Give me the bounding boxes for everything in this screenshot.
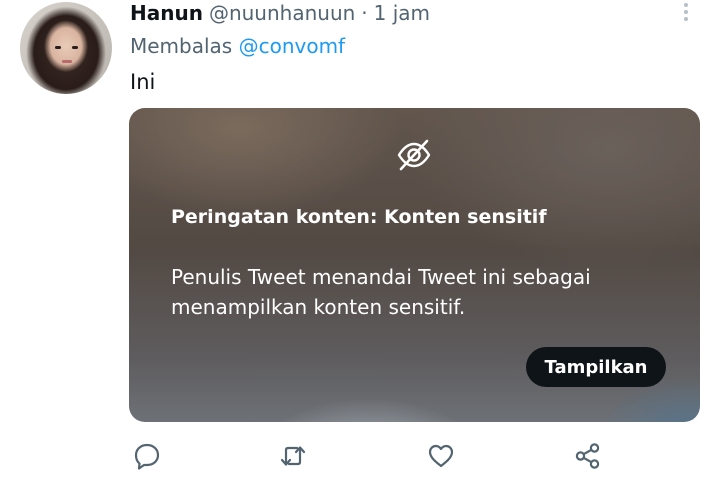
content-warning-title: Peringatan konten: Konten sensitif xyxy=(171,206,547,228)
share-icon[interactable] xyxy=(574,442,602,470)
reply-mention-link[interactable]: @convomf xyxy=(239,34,346,58)
tweet-time[interactable]: 1 jam xyxy=(374,1,430,25)
reply-context: Membalas @convomf xyxy=(130,34,345,58)
show-button[interactable]: Tampilkan xyxy=(526,347,666,387)
avatar-eye-right xyxy=(72,46,78,49)
eye-off-icon xyxy=(397,139,431,171)
avatar-eye-left xyxy=(55,46,61,49)
content-warning-body: Penulis Tweet menandai Tweet ini sebagai… xyxy=(171,265,591,319)
reply-prefix: Membalas xyxy=(130,34,233,58)
reply-icon[interactable] xyxy=(133,442,161,470)
retweet-icon[interactable] xyxy=(279,442,307,470)
like-icon[interactable] xyxy=(427,442,455,470)
author-name[interactable]: Hanun xyxy=(130,1,203,25)
tweet-header: Hanun @nuunhanuun · 1 jam xyxy=(130,0,430,26)
avatar-mouth xyxy=(62,60,72,63)
more-options-icon[interactable] xyxy=(676,2,696,22)
separator: · xyxy=(361,1,368,25)
tweet-text: Ini xyxy=(130,70,156,94)
avatar[interactable] xyxy=(20,2,112,94)
author-handle[interactable]: @nuunhanuun xyxy=(209,1,355,25)
